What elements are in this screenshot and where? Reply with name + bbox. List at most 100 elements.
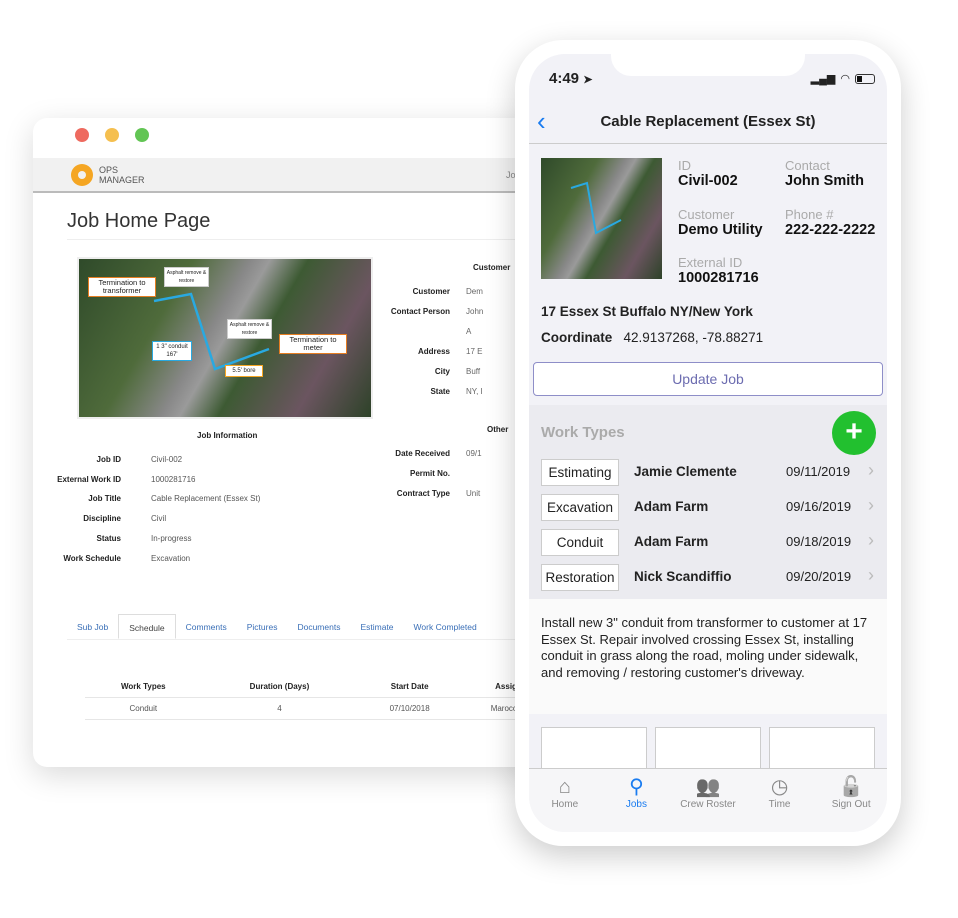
update-job-button[interactable]: Update Job — [533, 362, 883, 396]
info-row: City Buff — [376, 367, 480, 376]
tab-label: Jobs — [625, 799, 647, 810]
unlock-icon: 🔓 — [838, 776, 864, 798]
info-value: 09/1 — [466, 449, 482, 458]
logo-text: MANAGER — [99, 175, 145, 185]
tab-documents[interactable]: Documents — [287, 614, 350, 639]
map-label: 5.5' bore — [225, 365, 263, 377]
info-value: 17 E — [466, 347, 483, 356]
work-type-row[interactable]: Conduit Adam Farm 09/18/2019 › — [541, 529, 877, 557]
field-value: Civil-002 — [678, 173, 738, 189]
tab-comments[interactable]: Comments — [176, 614, 237, 639]
tab-crew-roster[interactable]: 👥 Crew Roster — [672, 769, 744, 832]
tab-work-completed[interactable]: Work Completed — [404, 614, 487, 639]
schedule-table: Work Types Duration (Days) Start Date Assig… — [85, 676, 553, 720]
work-type-row[interactable]: Estimating Jamie Clemente 09/11/2019 › — [541, 459, 877, 487]
nav-bar: ‹ Cable Replacement (Essex St) — [529, 100, 887, 144]
work-type-chip: Conduit — [541, 529, 619, 556]
info-value: Unit — [466, 489, 481, 498]
info-label: Work Schedule — [63, 553, 121, 563]
table-cell: Conduit — [85, 697, 202, 720]
tab-time[interactable]: ◷ Time — [744, 769, 816, 832]
info-value: 1000281716 — [151, 474, 196, 484]
field-value: 1000281716 — [678, 270, 759, 286]
page-title: Job Home Page — [67, 210, 211, 232]
info-field: External ID 1000281716 — [678, 255, 759, 286]
assignee: Adam Farm — [634, 499, 709, 514]
work-type-row[interactable]: Restoration Nick Scandiffio 09/20/2019 › — [541, 564, 877, 592]
info-row: Work Schedule Excavation — [33, 554, 190, 563]
tab-pictures[interactable]: Pictures — [237, 614, 288, 639]
desktop-window: OPS MANAGER Jo Job Home Page Termination … — [33, 118, 553, 767]
assignee: Adam Farm — [634, 534, 709, 549]
coordinate-value: 42.9137268, -78.88271 — [623, 330, 764, 345]
field-label: Phone # — [785, 206, 834, 222]
tab-label: Time — [768, 799, 791, 810]
tab-label: Crew Roster — [680, 799, 736, 810]
info-label: Job Title — [88, 494, 121, 504]
table-row[interactable]: Conduit 4 07/10/2018 Marocoo I — [85, 697, 553, 720]
info-value: Excavation — [151, 553, 191, 563]
work-type-row[interactable]: Excavation Adam Farm 09/16/2019 › — [541, 494, 877, 522]
info-field: Customer Demo Utility — [678, 207, 763, 238]
maximize-dot[interactable] — [135, 128, 149, 142]
info-value: A — [466, 327, 472, 336]
site-map-image[interactable]: Termination to transformer Asphalt remov… — [77, 257, 373, 419]
map-label: Termination to meter — [279, 334, 347, 354]
work-type-chip: Excavation — [541, 494, 619, 521]
date: 09/20/2019 — [786, 569, 852, 584]
table-cell: 07/10/2018 — [357, 697, 462, 720]
info-field: Phone #222-222-2222 — [785, 207, 875, 238]
conduit-path — [570, 181, 622, 235]
tab-estimate[interactable]: Estimate — [350, 614, 403, 639]
info-value: Buff — [466, 367, 481, 376]
info-label: Job ID — [96, 455, 121, 464]
info-label: Permit No. — [409, 469, 450, 478]
close-dot[interactable] — [75, 128, 89, 142]
info-row: Contract Type Unit — [376, 489, 480, 498]
info-row: A — [376, 327, 471, 336]
job-thumbnail[interactable] — [541, 158, 662, 279]
clock-icon: ◷ — [770, 776, 789, 798]
tab-home[interactable]: ⌂ Home — [529, 769, 601, 832]
phone-screen: 4:49 ➤ ▂▄▆ ◠ ‹ Cable Replacement (Essex S… — [529, 54, 887, 832]
field-label: External ID — [678, 255, 743, 270]
work-types-title: Work Types — [541, 424, 625, 441]
job-info-title: Job Information — [197, 431, 258, 440]
map-label: 1 3" conduit 167' — [152, 341, 192, 361]
info-row: Address 17 E — [376, 347, 482, 356]
time-text: 4:49 — [549, 70, 580, 87]
divider — [67, 239, 537, 240]
info-label: Discipline — [83, 514, 121, 524]
info-row: Contact Person John — [376, 307, 483, 316]
tab-sub-job[interactable]: Sub Job — [67, 614, 118, 639]
map-label: Asphalt remove & restore — [227, 319, 272, 339]
tab-jobs[interactable]: ⚲ Jobs — [601, 769, 673, 832]
gear-icon — [71, 164, 93, 186]
chevron-right-icon: › — [868, 460, 874, 480]
work-type-chip: Restoration — [541, 564, 619, 591]
field-label: Customer — [678, 206, 735, 222]
info-label: Address — [417, 347, 450, 356]
column-header: Work Types — [85, 676, 202, 698]
info-row: Customer Dem — [376, 287, 483, 296]
info-value: Cable Replacement (Essex St) — [151, 494, 261, 504]
tab-sign-out[interactable]: 🔓 Sign Out — [815, 769, 887, 832]
info-label: External Work ID — [57, 474, 121, 484]
location-icon: ➤ — [583, 74, 593, 86]
tab-schedule[interactable]: Schedule — [118, 614, 176, 639]
info-value: Civil-002 — [151, 455, 183, 464]
table-cell: 4 — [201, 697, 358, 720]
info-row: Discipline Civil — [33, 514, 166, 523]
battery-icon — [855, 73, 875, 84]
notch — [611, 54, 805, 76]
tab-bar: ⌂ Home ⚲ Jobs 👥 Crew Roster ◷ Time 🔓 Sign Out — [529, 768, 887, 832]
field-label: Contact — [785, 158, 830, 173]
other-title: Other — [487, 425, 509, 434]
info-label: Date Received — [395, 449, 450, 458]
logo[interactable]: OPS MANAGER — [71, 164, 145, 186]
map-label: Termination to transformer — [88, 277, 156, 297]
column-header: Duration (Days) — [201, 676, 358, 698]
nav-title: Cable Replacement (Essex St) — [600, 113, 816, 130]
add-work-type-button[interactable]: + — [832, 411, 876, 455]
minimize-dot[interactable] — [105, 128, 119, 142]
